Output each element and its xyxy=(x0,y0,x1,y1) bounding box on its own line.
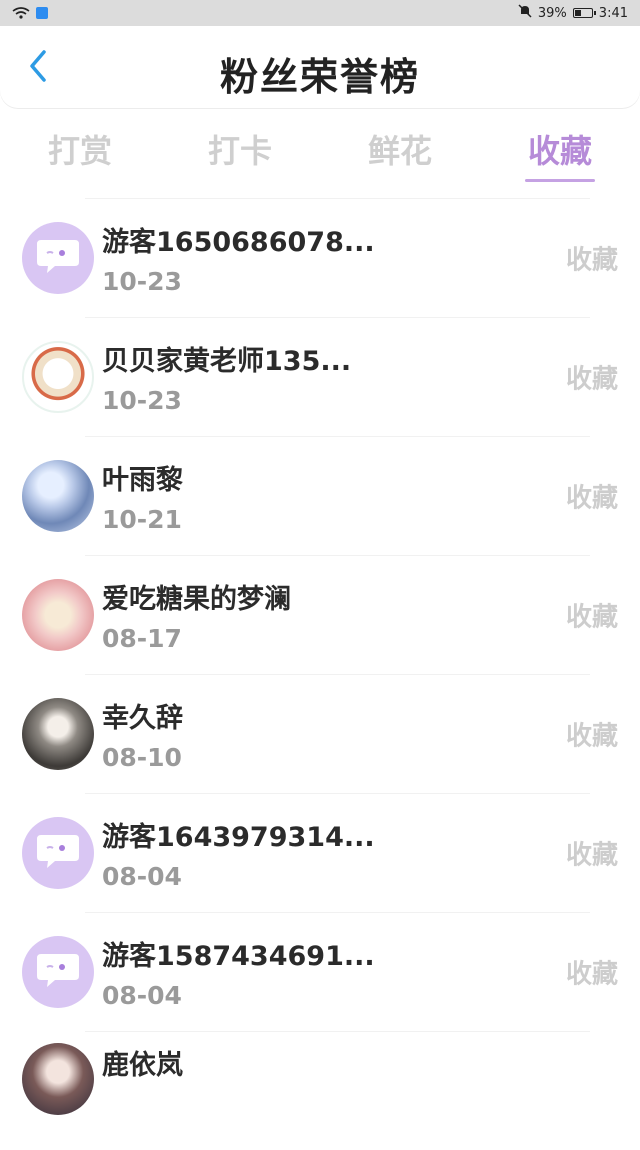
app-notification-icon xyxy=(36,7,48,19)
tab-active-indicator xyxy=(525,179,595,182)
fan-list: 游客1650686078... 10-23 收藏 贝贝家黄老师135... 10… xyxy=(0,198,640,1150)
status-right: 39% 3:41 xyxy=(518,4,628,22)
tab-label: 打赏 xyxy=(47,132,112,170)
tab-label: 收藏 xyxy=(527,132,592,170)
list-item-info: 爱吃糖果的梦澜 08-17 xyxy=(102,577,291,653)
list-item[interactable]: 游客1587434691... 08-04 收藏 xyxy=(0,912,640,1031)
list-item[interactable]: 贝贝家黄老师135... 10-23 收藏 xyxy=(0,317,640,436)
status-left xyxy=(12,7,48,19)
list-item[interactable]: 游客1650686078... 10-23 收藏 xyxy=(0,198,640,317)
avatar xyxy=(22,340,94,413)
chat-bubble-icon xyxy=(35,236,81,280)
item-date: 10-23 xyxy=(102,266,182,296)
status-bar: 39% 3:41 xyxy=(0,0,640,26)
wifi-icon xyxy=(12,7,30,19)
header: 粉丝荣誉榜 xyxy=(0,26,640,108)
avatar xyxy=(22,1043,94,1115)
list-item[interactable]: 鹿依岚 xyxy=(0,1031,640,1150)
user-name: 叶雨黎 xyxy=(102,464,183,496)
avatar xyxy=(22,459,94,532)
user-name: 游客1643979314... xyxy=(102,821,375,853)
chat-bubble-icon xyxy=(35,831,81,875)
avatar xyxy=(22,221,94,294)
list-item[interactable]: 叶雨黎 10-21 收藏 xyxy=(0,436,640,555)
user-name: 游客1650686078... xyxy=(102,226,375,258)
item-date: 10-21 xyxy=(102,504,182,534)
type-label: 收藏 xyxy=(565,364,618,394)
list-item-info: 贝贝家黄老师135... 10-23 xyxy=(102,339,351,415)
item-date: 08-10 xyxy=(102,742,182,772)
battery-icon xyxy=(572,8,596,18)
type-label: 收藏 xyxy=(565,959,618,989)
list-item[interactable]: 游客1643979314... 08-04 收藏 xyxy=(0,793,640,912)
tab-label: 鲜花 xyxy=(367,132,432,170)
list-item-info: 游客1650686078... 10-23 xyxy=(102,220,375,296)
tab-favorites[interactable]: 收藏 xyxy=(480,116,640,186)
avatar xyxy=(22,697,94,770)
item-date: 10-23 xyxy=(102,385,182,415)
item-date: 08-17 xyxy=(102,623,182,653)
bell-off-icon xyxy=(518,4,532,22)
user-name: 爱吃糖果的梦澜 xyxy=(102,583,291,615)
list-item[interactable]: 爱吃糖果的梦澜 08-17 收藏 xyxy=(0,555,640,674)
battery-percent: 39% xyxy=(537,5,567,21)
list-item[interactable]: 幸久辞 08-10 收藏 xyxy=(0,674,640,793)
tab-flowers[interactable]: 鲜花 xyxy=(320,116,480,186)
user-name: 游客1587434691... xyxy=(102,940,375,972)
chat-bubble-icon xyxy=(35,950,81,994)
tab-checkin[interactable]: 打卡 xyxy=(160,116,320,186)
user-name: 贝贝家黄老师135... xyxy=(102,345,352,377)
list-item-info: 游客1643979314... 08-04 xyxy=(102,815,375,891)
type-label: 收藏 xyxy=(565,721,618,751)
type-label: 收藏 xyxy=(565,483,618,513)
item-date: 08-04 xyxy=(102,861,182,891)
avatar xyxy=(22,578,94,651)
list-item-info: 游客1587434691... 08-04 xyxy=(102,934,375,1010)
list-item-info: 幸久辞 08-10 xyxy=(102,696,183,772)
user-name: 幸久辞 xyxy=(102,702,183,734)
type-label: 收藏 xyxy=(565,840,618,870)
item-date: 08-04 xyxy=(102,980,182,1010)
type-label: 收藏 xyxy=(565,602,618,632)
tab-tip[interactable]: 打赏 xyxy=(0,116,160,186)
list-item-info: 叶雨黎 10-21 xyxy=(102,458,183,534)
type-label: 收藏 xyxy=(565,245,618,275)
tab-bar: 打赏 打卡 鲜花 收藏 xyxy=(0,116,640,186)
list-item-info: 鹿依岚 xyxy=(102,1043,183,1082)
page-title: 粉丝荣誉榜 xyxy=(219,55,420,99)
clock: 3:41 xyxy=(598,5,628,21)
avatar xyxy=(22,816,94,889)
avatar xyxy=(22,935,94,1008)
tab-label: 打卡 xyxy=(207,132,272,170)
user-name: 鹿依岚 xyxy=(102,1050,183,1081)
